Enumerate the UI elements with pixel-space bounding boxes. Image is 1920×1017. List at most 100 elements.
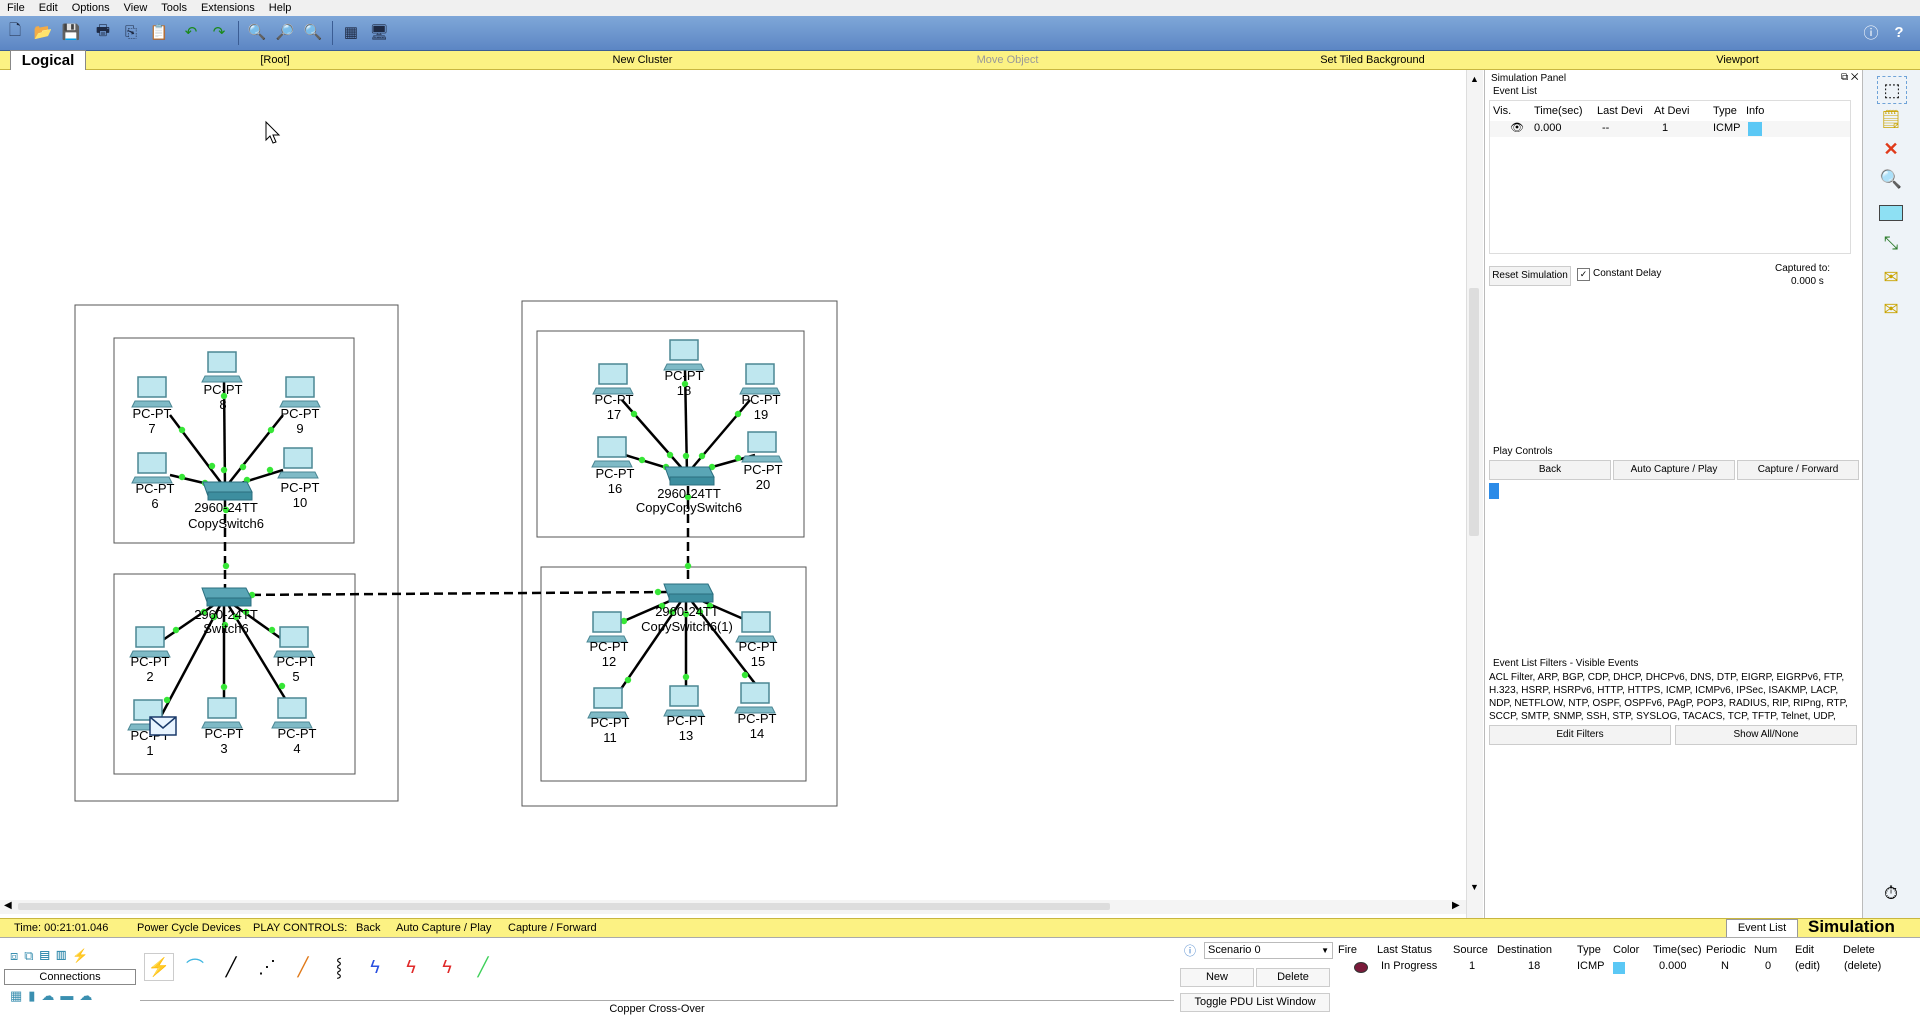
- pdu-delete-link[interactable]: (delete): [1844, 960, 1881, 972]
- menu-edit[interactable]: Edit: [32, 2, 65, 14]
- copy-icon[interactable]: ⎘: [120, 21, 142, 43]
- edit-filters-button[interactable]: Edit Filters: [1489, 725, 1671, 745]
- toggle-pdu-list-button[interactable]: Toggle PDU List Window: [1180, 993, 1330, 1012]
- canvas-horizontal-scrollbar[interactable]: ◀ ▶: [0, 900, 1466, 914]
- new-cluster-button[interactable]: New Cluster: [460, 51, 825, 69]
- set-tiled-background-button[interactable]: Set Tiled Background: [1190, 51, 1555, 69]
- status-auto-capture-button[interactable]: Auto Capture / Play: [396, 922, 491, 934]
- playback-slider[interactable]: [1489, 483, 1499, 499]
- serial-dce-icon[interactable]: ϟ: [396, 953, 426, 981]
- pc-device[interactable]: PC-PT9: [279, 376, 321, 436]
- delete-icon[interactable]: ✕: [1877, 136, 1905, 162]
- pc-device[interactable]: PC-PT20: [741, 431, 783, 492]
- zoom-in-icon[interactable]: 🔍: [246, 21, 268, 43]
- reset-simulation-button[interactable]: Reset Simulation: [1489, 266, 1571, 286]
- constant-delay-checkbox[interactable]: ✓: [1577, 268, 1590, 281]
- event-list-button[interactable]: Event List: [1726, 919, 1798, 938]
- menu-file[interactable]: File: [0, 2, 32, 14]
- save-icon[interactable]: 💾: [60, 21, 82, 43]
- show-all-none-button[interactable]: Show All/None: [1675, 725, 1857, 745]
- console-cable-icon[interactable]: ⌒: [180, 953, 210, 981]
- pc-device[interactable]: PC-PT16: [591, 436, 635, 496]
- pc-device[interactable]: PC-PT15: [735, 611, 778, 669]
- status-back-button[interactable]: Back: [356, 922, 380, 934]
- pc-device[interactable]: PC-PT3: [201, 697, 244, 756]
- pc-device[interactable]: PC-PT5: [273, 626, 316, 684]
- delete-scenario-button[interactable]: Delete: [1256, 968, 1330, 987]
- custom-device-icon[interactable]: 🖥: [368, 21, 390, 43]
- menu-view[interactable]: View: [117, 2, 155, 14]
- pc-device[interactable]: PC-PT2: [129, 626, 171, 684]
- auto-connect-icon[interactable]: ⚡: [144, 953, 174, 981]
- simulation-mode-tab[interactable]: Simulation: [1808, 917, 1895, 937]
- menu-extensions[interactable]: Extensions: [194, 2, 262, 14]
- add-complex-pdu-icon[interactable]: ✉: [1877, 296, 1905, 322]
- pc-device[interactable]: PC-PT10: [277, 447, 320, 510]
- pdu-edit-link[interactable]: (edit): [1795, 960, 1820, 972]
- pc-device[interactable]: PC-PT14: [734, 682, 777, 741]
- hscroll-thumb[interactable]: [18, 903, 1110, 910]
- menu-help[interactable]: Help: [262, 2, 299, 14]
- drawing-palette-icon[interactable]: ▦: [340, 21, 362, 43]
- phone-cable-icon[interactable]: ⸾: [324, 953, 354, 981]
- scenario-select[interactable]: Scenario 0 ▼: [1204, 942, 1333, 959]
- zoom-reset-icon[interactable]: 🔎: [274, 21, 296, 43]
- undock-icon[interactable]: ⧉ ✕: [1841, 72, 1859, 83]
- back-button[interactable]: Back: [1489, 460, 1611, 480]
- workspace-canvas[interactable]: PC-PT 7 PC-PT 8 PC-PT 9 PC-PT 6 PC-PT 10 PC-PT 2 PC-…: [0, 70, 1467, 920]
- root-button[interactable]: [Root]: [90, 51, 460, 69]
- resize-icon[interactable]: ⤡: [1877, 230, 1905, 256]
- canvas-vertical-scrollbar[interactable]: ▲ ▼: [1466, 70, 1483, 920]
- zoom-out-icon[interactable]: 🔍: [302, 21, 324, 43]
- select-icon[interactable]: ⬚: [1877, 76, 1907, 104]
- move-object-button[interactable]: Move Object: [825, 51, 1190, 69]
- note-icon[interactable]: 🗒: [1877, 106, 1905, 132]
- simulation-mode-icon[interactable]: ⏱: [1877, 880, 1905, 906]
- pc-device[interactable]: PC-PT11: [587, 687, 630, 745]
- pc-type-label: PC-PT: [131, 654, 170, 669]
- undo-icon[interactable]: ↶: [180, 21, 202, 43]
- device-categories[interactable]: ⧈⧉▤▥⚡: [10, 948, 135, 966]
- pc-device[interactable]: PC-PT8: [201, 351, 243, 412]
- pc-device[interactable]: PC-PT17: [592, 363, 634, 422]
- octal-cable-icon[interactable]: ╱: [468, 953, 498, 981]
- event-row[interactable]: 👁 0.000 -- 1 ICMP: [1490, 121, 1850, 137]
- fire-indicator-icon[interactable]: [1354, 962, 1368, 973]
- inspect-icon[interactable]: 🔍: [1877, 166, 1905, 192]
- copper-straight-through-icon[interactable]: ╱: [216, 953, 246, 981]
- open-folder-icon[interactable]: 📂: [32, 21, 54, 43]
- add-simple-pdu-icon[interactable]: ✉: [1877, 264, 1905, 290]
- info-icon[interactable]: ⓘ: [1184, 942, 1196, 959]
- capture-forward-button[interactable]: Capture / Forward: [1737, 460, 1859, 480]
- serial-dte-icon[interactable]: ϟ: [432, 953, 462, 981]
- pc-device[interactable]: PC-PT7: [131, 376, 173, 436]
- pc-device[interactable]: PC-PT13: [663, 685, 706, 743]
- new-scenario-button[interactable]: New: [1180, 968, 1254, 987]
- viewport-button[interactable]: Viewport: [1555, 51, 1920, 69]
- scroll-thumb[interactable]: [1469, 288, 1479, 536]
- copper-cross-over-icon[interactable]: ⋰: [252, 953, 282, 981]
- help-icon[interactable]: ?: [1888, 21, 1910, 43]
- logical-tab[interactable]: Logical: [10, 50, 86, 71]
- device-subcategories[interactable]: ▦▮☁▬☁: [10, 988, 135, 1006]
- fiber-icon[interactable]: ╱: [288, 953, 318, 981]
- redo-icon[interactable]: ↷: [208, 21, 230, 43]
- eye-icon[interactable]: 👁: [1510, 121, 1524, 134]
- info-color-swatch[interactable]: [1748, 122, 1762, 136]
- pc-screen-icon: [285, 376, 315, 398]
- menu-tools[interactable]: Tools: [154, 2, 194, 14]
- print-icon[interactable]: 🖶: [92, 21, 114, 43]
- power-cycle-button[interactable]: Power Cycle Devices: [137, 922, 241, 934]
- auto-capture-play-button[interactable]: Auto Capture / Play: [1613, 460, 1735, 480]
- paste-icon[interactable]: 📋: [148, 21, 170, 43]
- coaxial-icon[interactable]: ϟ: [360, 953, 390, 981]
- info-icon[interactable]: ⓘ: [1860, 21, 1882, 43]
- pc-device[interactable]: PC-PT6: [131, 452, 175, 511]
- menu-options[interactable]: Options: [65, 2, 117, 14]
- pc-device[interactable]: PC-PT18: [663, 339, 705, 398]
- pc-device[interactable]: PC-PT4: [271, 697, 317, 756]
- pc-device[interactable]: PC-PT19: [739, 363, 781, 422]
- new-file-icon[interactable]: 🗋: [4, 21, 26, 43]
- draw-shape-icon[interactable]: [1877, 200, 1905, 226]
- status-capture-forward-button[interactable]: Capture / Forward: [508, 922, 597, 934]
